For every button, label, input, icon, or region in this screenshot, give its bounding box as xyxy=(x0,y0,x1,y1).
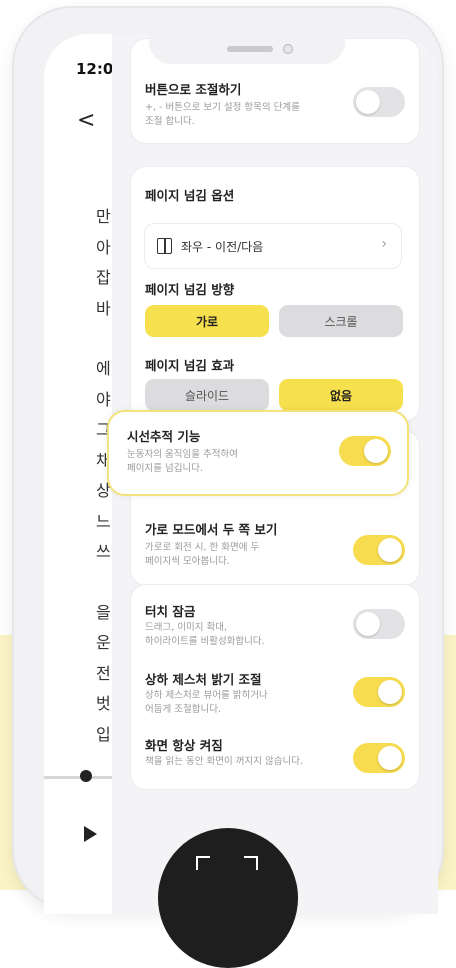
reader-char: 에 xyxy=(96,359,111,378)
toggle-knob xyxy=(364,439,388,463)
reading-progress-handle[interactable] xyxy=(80,770,92,782)
speaker-grille xyxy=(227,46,273,52)
reader-gap xyxy=(96,324,111,354)
toggle-knob xyxy=(378,538,402,562)
phone-notch xyxy=(149,34,345,64)
reader-char: 쓰 xyxy=(96,542,111,561)
touch-lock-desc-line1: 드래그, 이미지 확대, xyxy=(145,622,227,633)
play-icon[interactable] xyxy=(84,826,97,842)
eye-scan-button[interactable] xyxy=(158,828,298,968)
page-turn-option-title: 페이지 넘김 옵션 xyxy=(145,188,235,203)
screen-always-on-toggle[interactable] xyxy=(353,743,405,773)
button-adjust-desc-line1: +, - 버튼으로 보기 설정 항목의 단계를 xyxy=(145,102,300,113)
reader-gap xyxy=(96,568,111,598)
screen-always-on-title: 화면 항상 켜짐 xyxy=(145,738,223,753)
card-page-options: 페이지 넘김 옵션 좌우 - 이전/다음 › 페이지 넘김 방향 가로 스크롤 … xyxy=(130,166,420,422)
landscape-two-page-title: 가로 모드에서 두 쪽 보기 xyxy=(145,522,278,537)
chevron-right-icon: › xyxy=(381,236,387,252)
eye-tracking-highlight-card: 시선추적 기능 눈동자의 움직임을 추적하여 페이지를 넘깁니다. xyxy=(107,410,409,496)
toggle-knob xyxy=(356,612,380,636)
gesture-brightness-title: 상하 제스처 밝기 조절 xyxy=(145,672,262,687)
reader-char: 느 xyxy=(96,511,111,531)
card-touch-options: 터치 잠금 드래그, 이미지 확대, 하이라이트를 비활성화합니다. 상하 제스… xyxy=(130,584,420,790)
button-adjust-desc-line2: 조절 합니다. xyxy=(145,116,195,127)
touch-lock-desc-line2: 하이라이트를 비활성화합니다. xyxy=(145,636,265,647)
reader-char: 아 xyxy=(96,237,111,257)
landscape-two-page-desc-line1: 가로로 회전 시, 한 화면에 두 xyxy=(145,542,260,553)
scan-frame-icon xyxy=(196,856,258,896)
reader-char: 운 xyxy=(96,633,111,652)
touch-lock-toggle[interactable] xyxy=(353,609,405,639)
book-icon xyxy=(157,238,172,254)
reading-progress-track[interactable] xyxy=(44,776,112,779)
scan-corner xyxy=(244,856,258,870)
button-adjust-title: 버튼으로 조절하기 xyxy=(145,82,242,97)
eye-tracking-desc-line2: 페이지를 넘깁니다. xyxy=(127,463,203,474)
reader-view: 12:06 < 만 아 잡 바 에 야 그 채 상 느 쓰 을 운 전 벗 입 xyxy=(44,34,124,914)
reader-char: 입 xyxy=(96,724,111,744)
reader-char: 만 xyxy=(96,207,111,226)
eye-tracking-toggle[interactable] xyxy=(339,436,391,466)
toggle-knob xyxy=(378,680,402,704)
page-turn-option-value: 좌우 - 이전/다음 xyxy=(181,240,264,254)
reader-char: 잡 xyxy=(96,268,111,287)
page-turn-option-select[interactable]: 좌우 - 이전/다음 › xyxy=(144,223,402,269)
gesture-brightness-desc: 상하 제스처로 뷰어를 밝히거나 어둡게 조절합니다. xyxy=(145,689,268,717)
direction-scroll-button[interactable]: 스크롤 xyxy=(279,305,403,337)
landscape-two-page-desc-line2: 페이지씩 모아봅니다. xyxy=(145,556,230,567)
reader-char: 바 xyxy=(96,298,111,318)
reader-char: 벗 xyxy=(96,694,111,713)
page-turn-direction-title: 페이지 넘김 방향 xyxy=(145,282,235,297)
button-adjust-toggle[interactable] xyxy=(353,87,405,117)
scan-corner xyxy=(196,856,210,870)
effect-none-button[interactable]: 없음 xyxy=(279,379,403,411)
gesture-brightness-desc-line1: 상하 제스처로 뷰어를 밝히거나 xyxy=(145,690,268,701)
toggle-knob xyxy=(356,90,380,114)
landscape-two-page-desc: 가로로 회전 시, 한 화면에 두 페이지씩 모아봅니다. xyxy=(145,541,259,569)
back-button[interactable]: < xyxy=(77,108,95,133)
eye-tracking-desc: 눈동자의 움직임을 추적하여 페이지를 넘깁니다. xyxy=(127,448,238,476)
touch-lock-desc: 드래그, 이미지 확대, 하이라이트를 비활성화합니다. xyxy=(145,621,265,649)
eye-tracking-desc-line1: 눈동자의 움직임을 추적하여 xyxy=(127,449,238,460)
page-turn-effect-title: 페이지 넘김 효과 xyxy=(145,358,235,373)
button-adjust-desc: +, - 버튼으로 보기 설정 항목의 단계를 조절 합니다. xyxy=(145,101,300,129)
gesture-brightness-toggle[interactable] xyxy=(353,677,405,707)
direction-horizontal-button[interactable]: 가로 xyxy=(145,305,269,337)
reader-char: 전 xyxy=(96,663,111,683)
front-camera xyxy=(283,44,293,54)
landscape-two-page-toggle[interactable] xyxy=(353,535,405,565)
toggle-knob xyxy=(378,746,402,770)
screen-always-on-desc: 책을 읽는 동안 화면이 꺼지지 않습니다. xyxy=(145,756,303,767)
reader-char: 을 xyxy=(96,602,111,622)
touch-lock-title: 터치 잠금 xyxy=(145,604,196,619)
effect-slide-button[interactable]: 슬라이드 xyxy=(145,379,269,411)
eye-tracking-title: 시선추적 기능 xyxy=(127,429,201,444)
reader-char: 야 xyxy=(96,389,111,409)
gesture-brightness-desc-line2: 어둡게 조절합니다. xyxy=(145,704,221,715)
